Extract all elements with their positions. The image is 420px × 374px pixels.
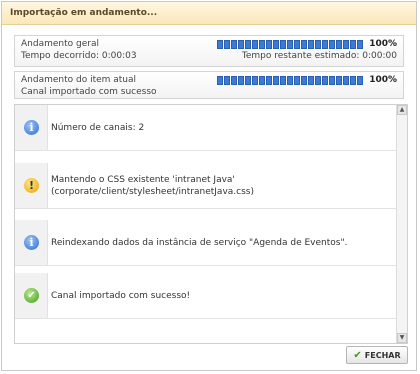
current-progress-percent: 100% xyxy=(369,75,397,85)
message-text: Número de canais: 2 xyxy=(51,122,145,133)
progress-segment xyxy=(308,76,314,85)
progress-segment xyxy=(231,76,237,85)
info-icon: i xyxy=(24,120,39,135)
dialog-footer: ✔ FECHAR xyxy=(2,344,416,370)
overall-progress-panel: Andamento geral 100% Tempo decorrido: 0:… xyxy=(14,35,404,67)
progress-segment xyxy=(238,40,244,49)
progress-segment xyxy=(287,40,293,49)
progress-segment xyxy=(266,40,272,49)
progress-segment xyxy=(301,76,307,85)
remaining-time: Tempo restante estimado: 0:00:00 xyxy=(241,51,397,61)
progress-segment xyxy=(350,40,356,49)
progress-segment xyxy=(224,76,230,85)
list-item: i Número de canais: 2 xyxy=(15,105,398,151)
scroll-up-arrow-icon[interactable]: ▲ xyxy=(397,105,407,115)
progress-segment xyxy=(224,40,230,49)
progress-segment xyxy=(252,40,258,49)
progress-segment xyxy=(273,40,279,49)
progress-segment xyxy=(308,40,314,49)
progress-segment xyxy=(245,76,251,85)
checkmark-icon: ✔ xyxy=(353,349,362,361)
progress-segment xyxy=(315,76,321,85)
progress-segment xyxy=(294,76,300,85)
progress-segment xyxy=(259,76,265,85)
overall-progress-bar xyxy=(217,40,367,49)
elapsed-time: Tempo decorrido: 0:00:03 xyxy=(21,51,137,61)
progress-segment xyxy=(357,76,363,85)
close-button-label: FECHAR xyxy=(364,350,401,360)
progress-segment xyxy=(329,40,335,49)
progress-segment xyxy=(245,40,251,49)
progress-segment xyxy=(280,40,286,49)
progress-segment xyxy=(217,76,223,85)
progress-segment xyxy=(301,40,307,49)
message-text: Reindexando dados da instância de serviç… xyxy=(51,237,348,248)
list-item: ! Mantendo o CSS existente 'intranet Jav… xyxy=(15,163,398,209)
progress-segment xyxy=(322,40,328,49)
message-text: Canal importado com sucesso! xyxy=(51,290,191,301)
progress-segment xyxy=(238,76,244,85)
current-progress-label: Andamento do item atual xyxy=(21,75,137,85)
progress-segment xyxy=(343,40,349,49)
progress-segment xyxy=(294,40,300,49)
progress-segment xyxy=(336,40,342,49)
message-log-list[interactable]: i Número de canais: 2 ! Mantendo o CSS e… xyxy=(14,104,408,344)
list-item: ✔ Canal importado com sucesso! xyxy=(15,273,398,319)
vertical-scrollbar[interactable]: ▲ ▼ xyxy=(396,105,407,343)
progress-segment xyxy=(252,76,258,85)
warning-icon: ! xyxy=(24,178,39,193)
progress-segment xyxy=(343,76,349,85)
info-icon: i xyxy=(24,235,39,250)
scroll-down-arrow-icon[interactable]: ▼ xyxy=(397,333,407,343)
progress-segment xyxy=(266,76,272,85)
list-item: i Reindexando dados da instância de serv… xyxy=(15,220,398,266)
progress-segment xyxy=(357,40,363,49)
progress-segment xyxy=(329,76,335,85)
progress-segment xyxy=(336,76,342,85)
overall-progress-percent: 100% xyxy=(369,39,397,49)
dialog-title: Importação em andamento... xyxy=(2,2,416,25)
progress-segment xyxy=(315,40,321,49)
progress-segment xyxy=(350,76,356,85)
current-status-text: Canal importado com sucesso xyxy=(21,87,157,97)
current-item-progress-panel: Andamento do item atual 100% Canal impor… xyxy=(14,71,404,99)
progress-segment xyxy=(231,40,237,49)
progress-segment xyxy=(280,76,286,85)
progress-segment xyxy=(217,40,223,49)
close-button[interactable]: ✔ FECHAR xyxy=(346,346,408,364)
progress-segment xyxy=(322,76,328,85)
progress-segment xyxy=(273,76,279,85)
progress-segment xyxy=(259,40,265,49)
current-progress-bar xyxy=(217,76,367,85)
message-text: Mantendo o CSS existente 'intranet Java'… xyxy=(51,174,254,197)
success-icon: ✔ xyxy=(24,288,39,303)
overall-progress-label: Andamento geral xyxy=(21,39,99,49)
import-progress-dialog: Importação em andamento... Andamento ger… xyxy=(1,1,417,371)
progress-segment xyxy=(287,76,293,85)
